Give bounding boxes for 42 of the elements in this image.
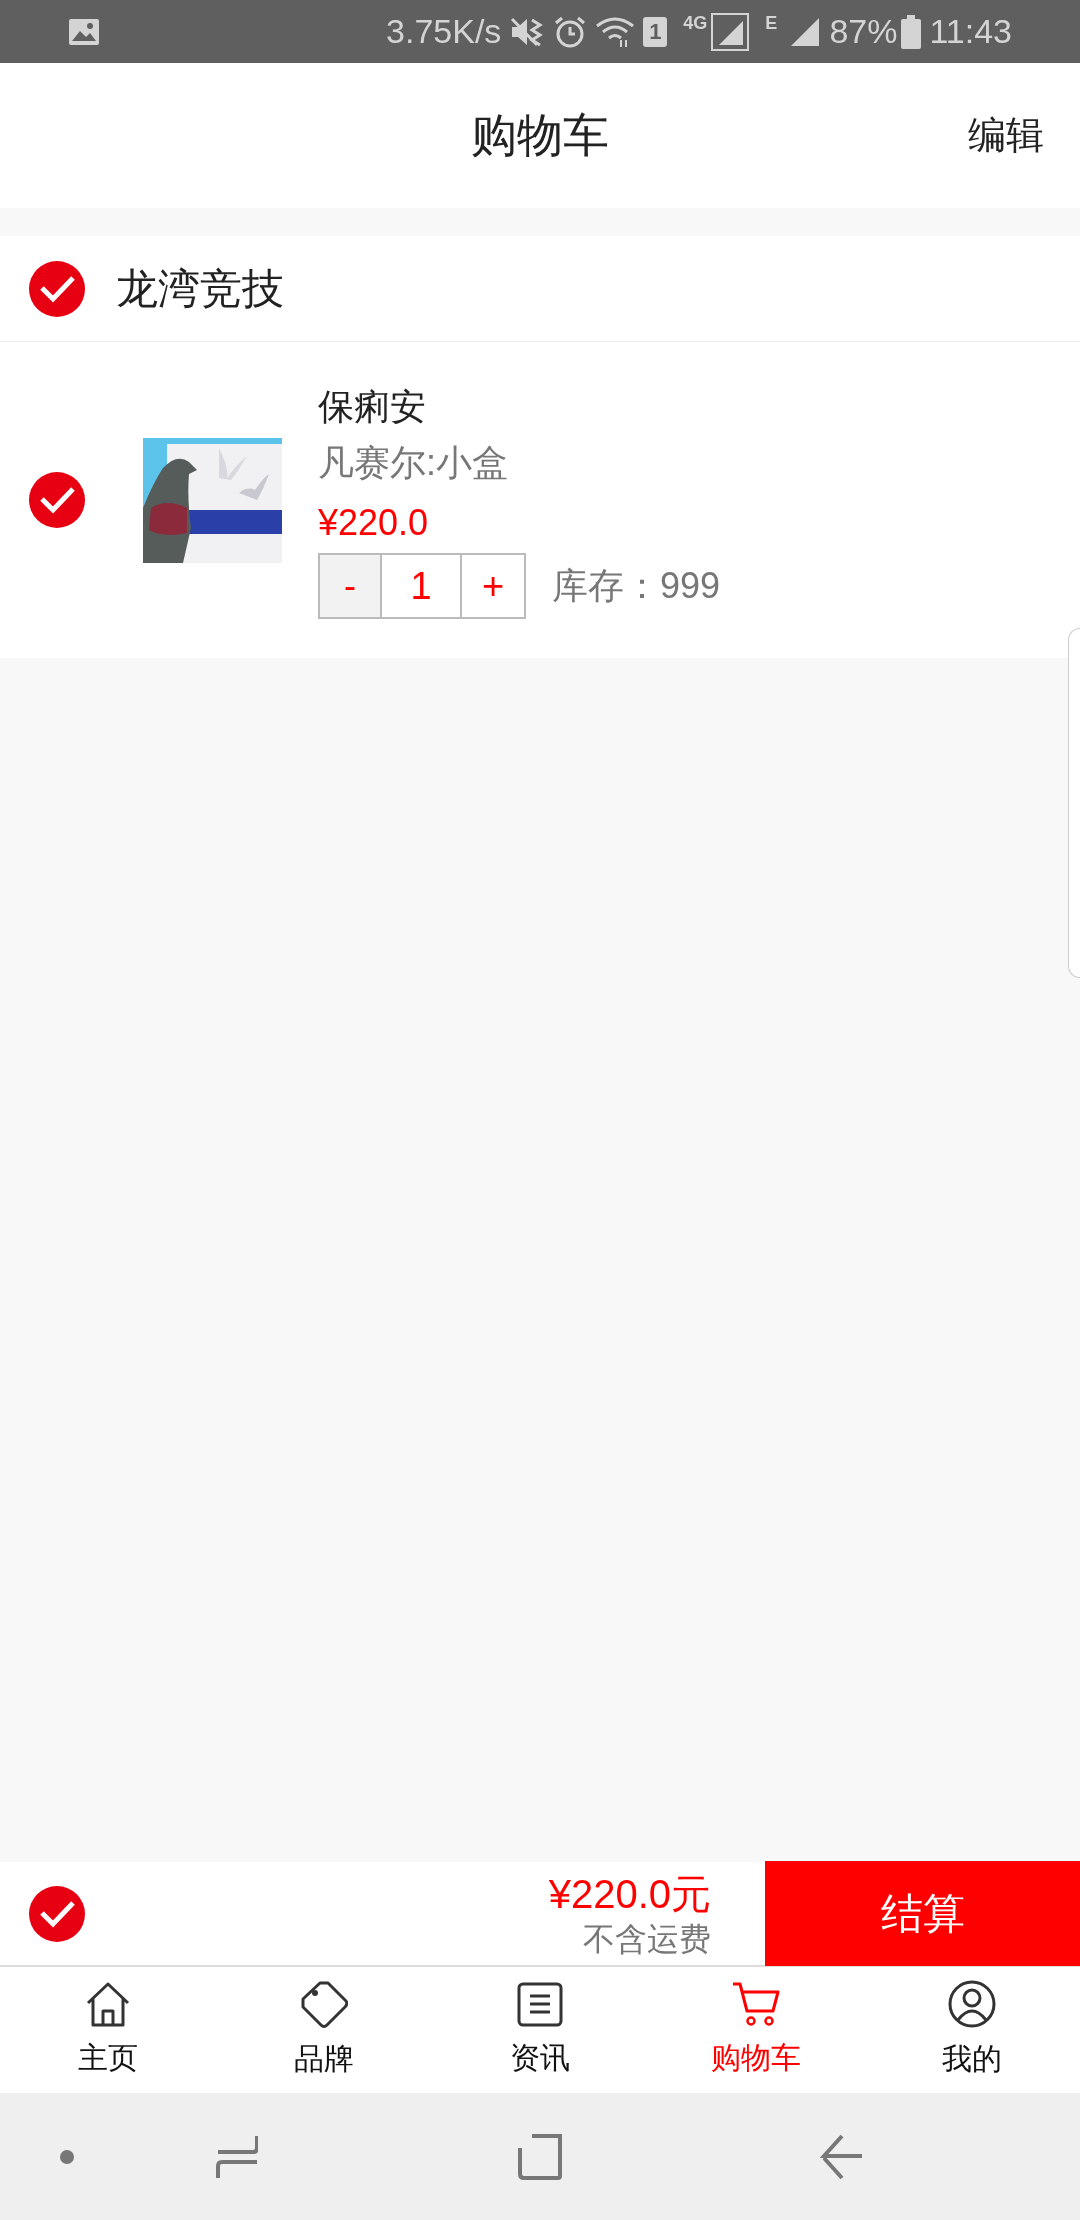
total-price: ¥220.0元: [548, 1870, 711, 1918]
user-icon: [948, 1979, 996, 2028]
nav-tab[interactable]: 我的: [864, 1967, 1080, 2093]
store-name: 龙湾竞技: [116, 264, 284, 314]
tag-icon: [300, 1979, 348, 2028]
nav-tab[interactable]: 资讯: [432, 1967, 648, 2093]
cart-icon: [731, 1980, 781, 2027]
shipping-note: 不含运费: [583, 1919, 711, 1959]
checkout-button[interactable]: 结算: [765, 1861, 1080, 1966]
checkbox-icon[interactable]: [28, 1884, 86, 1943]
quantity-field[interactable]: 1: [382, 555, 462, 617]
network-speed: 3.75K/s: [386, 11, 502, 52]
alarm-icon: [553, 14, 588, 49]
edge-handle[interactable]: [1068, 628, 1080, 978]
page-title: 购物车: [471, 108, 609, 163]
product-name: 保痢安: [318, 385, 427, 429]
edit-button[interactable]: 编辑: [968, 107, 1044, 164]
document-icon: [517, 1980, 563, 2027]
product-variant: 凡赛尔:小盒: [318, 441, 509, 485]
signal-icon: [711, 12, 750, 51]
back-icon[interactable]: [820, 2133, 864, 2180]
dot-icon[interactable]: [59, 2148, 75, 2165]
clock: 11:43: [929, 11, 1012, 52]
checkbox-icon[interactable]: [28, 471, 86, 529]
stock-label: 库存：999: [552, 564, 721, 608]
sim-badge: 1: [643, 16, 668, 47]
product-price: ¥220.0: [318, 501, 430, 545]
nav-tab[interactable]: 购物车: [648, 1967, 864, 2093]
checkbox-icon[interactable]: [28, 259, 86, 318]
recent-apps-icon[interactable]: [216, 2133, 258, 2180]
network-type: E: [765, 12, 778, 35]
battery-icon: [901, 14, 922, 49]
home-button-icon[interactable]: [518, 2133, 562, 2180]
battery-percent: 87%: [829, 11, 898, 52]
image-icon: [68, 17, 100, 46]
network-type: 4G: [683, 12, 708, 35]
nav-tab[interactable]: 主页: [0, 1967, 216, 2093]
nav-tab[interactable]: 品牌: [216, 1967, 432, 2093]
decrease-button[interactable]: -: [320, 555, 382, 617]
wifi-icon: [595, 15, 636, 48]
home-icon: [84, 1980, 132, 2027]
increase-button[interactable]: +: [462, 555, 524, 617]
